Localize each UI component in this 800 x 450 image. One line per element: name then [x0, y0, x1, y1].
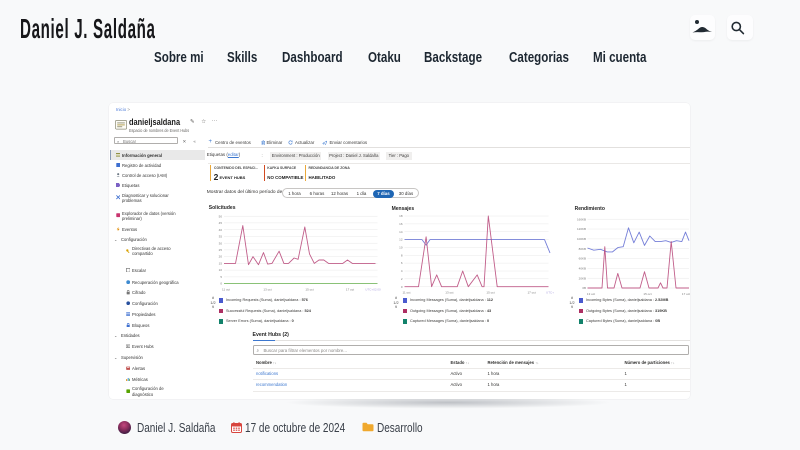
svg-text:30: 30	[218, 241, 222, 245]
svg-text:16: 16	[399, 222, 403, 226]
svg-text:45: 45	[218, 221, 222, 225]
svg-text:160KB: 160KB	[576, 217, 585, 221]
svg-text:17 oct: 17 oct	[345, 288, 353, 292]
svg-text:UTC+02:00: UTC+02:00	[365, 288, 381, 292]
svg-text:40KB: 40KB	[578, 266, 585, 270]
svg-text:80KB: 80KB	[578, 247, 585, 251]
svg-text:10: 10	[399, 246, 403, 250]
svg-text:12: 12	[399, 238, 403, 242]
svg-text:17 oct: 17 oct	[527, 291, 535, 295]
svg-text:15 oct: 15 oct	[643, 292, 651, 296]
svg-text:18: 18	[399, 214, 403, 218]
svg-text:20: 20	[218, 255, 222, 259]
svg-text:15: 15	[218, 262, 222, 266]
svg-text:15 oct: 15 oct	[486, 291, 494, 295]
svg-text:2: 2	[400, 277, 402, 281]
svg-text:13 oct: 13 oct	[586, 292, 594, 296]
svg-text:120KB: 120KB	[576, 227, 585, 231]
svg-text:8: 8	[400, 253, 402, 257]
svg-text:14: 14	[399, 230, 403, 234]
svg-text:35: 35	[218, 235, 222, 239]
svg-text:17 oct: 17 oct	[681, 292, 689, 296]
svg-text:10: 10	[218, 268, 222, 272]
svg-text:25: 25	[218, 248, 222, 252]
svg-text:11 oct: 11 oct	[402, 291, 410, 295]
svg-text:13 oct: 13 oct	[263, 288, 271, 292]
svg-text:15 oct: 15 oct	[305, 288, 313, 292]
svg-text:60KB: 60KB	[578, 257, 585, 261]
svg-text:0B: 0B	[582, 286, 586, 290]
svg-text:6: 6	[400, 261, 402, 265]
svg-text:0: 0	[220, 282, 222, 286]
svg-text:0: 0	[400, 285, 402, 289]
svg-text:13 oct: 13 oct	[445, 291, 453, 295]
svg-text:100KB: 100KB	[576, 237, 585, 241]
svg-text:20KB: 20KB	[578, 276, 585, 280]
svg-text:50: 50	[218, 214, 222, 218]
svg-text:5: 5	[220, 275, 222, 279]
svg-text:11 oct: 11 oct	[222, 288, 230, 292]
svg-text:UTC+: UTC+	[546, 291, 554, 295]
svg-text:4: 4	[400, 269, 402, 273]
svg-text:40: 40	[218, 228, 222, 232]
